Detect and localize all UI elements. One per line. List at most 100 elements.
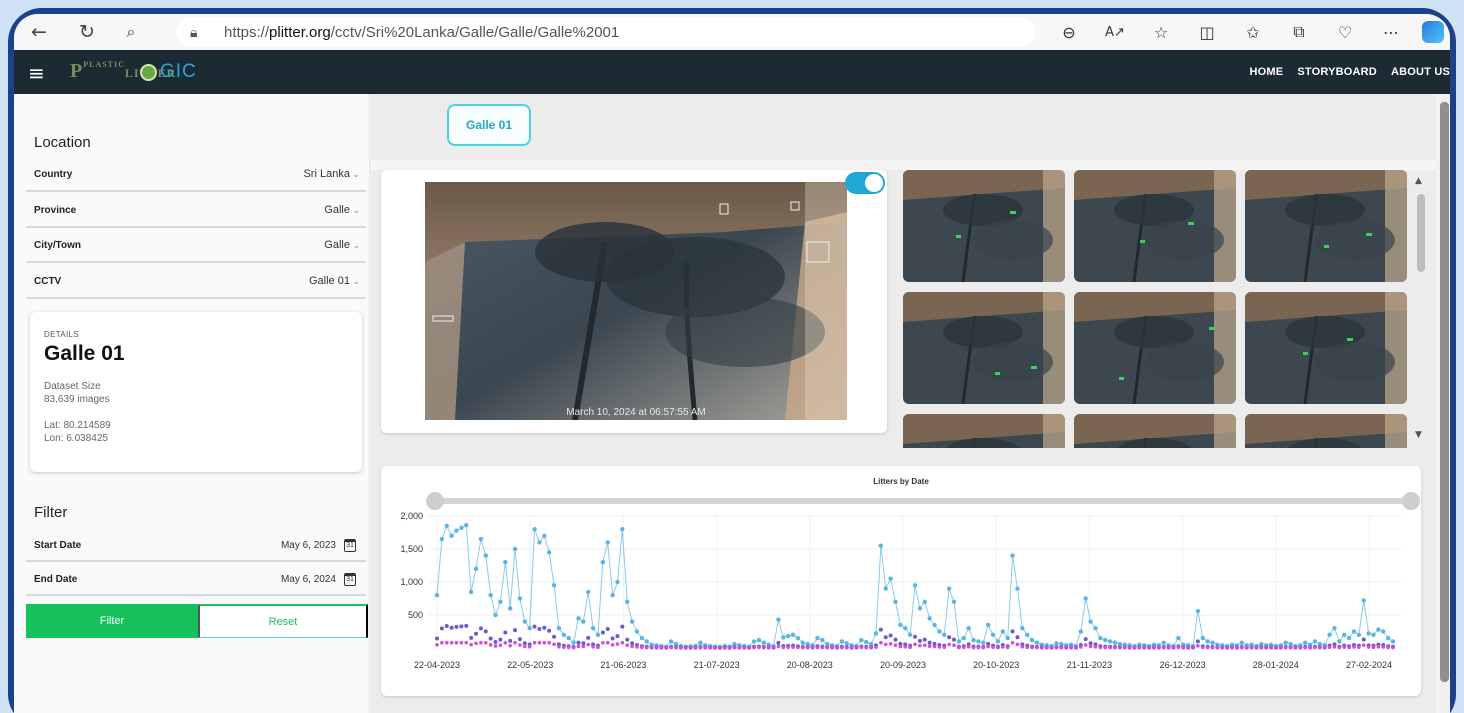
range-slider-end-handle[interactable] — [1402, 492, 1420, 510]
camera-image[interactable]: March 10, 2024 at 06:57:55 AM — [425, 182, 847, 420]
camera-viewer: March 10, 2024 at 06:57:55 AM — [381, 170, 887, 433]
city-select[interactable]: City/Town Galle — [26, 229, 366, 263]
data-point-tertiary — [1381, 645, 1386, 649]
data-point — [981, 640, 986, 645]
dataset-size-value: 83,639 images — [44, 394, 110, 405]
country-value[interactable]: Sri Lanka — [303, 168, 366, 180]
data-point-secondary — [454, 624, 459, 629]
filter-button[interactable]: Filter — [26, 604, 198, 638]
collections-icon[interactable]: ⧉ — [1276, 17, 1322, 47]
refresh-icon[interactable]: ↻ — [70, 17, 104, 47]
data-point — [698, 640, 703, 645]
x-tick-label: 21-07-2023 — [694, 660, 740, 670]
copilot-icon[interactable] — [1422, 21, 1444, 43]
end-date-field[interactable]: End Date May 6, 2024 31 — [26, 564, 366, 596]
range-slider-track — [435, 498, 1411, 504]
scroll-down-icon[interactable]: ▼ — [1415, 430, 1422, 440]
thumbnail-scrollbar[interactable]: ▲ ▼ — [1412, 170, 1430, 448]
gic-logo[interactable]: GIC — [160, 61, 197, 83]
data-point — [966, 626, 971, 631]
data-point-secondary — [552, 634, 557, 639]
data-point — [951, 599, 957, 604]
data-point-secondary — [508, 638, 513, 643]
cctv-select[interactable]: CCTV Galle 01 — [26, 265, 366, 299]
camera-thumbnail[interactable] — [1074, 170, 1236, 282]
city-value[interactable]: Galle — [324, 239, 366, 251]
cctv-tab[interactable]: Galle 01 — [447, 104, 531, 146]
address-bar[interactable]: 🔒︎ https://plitter.org/cctv/Sri%20Lanka/… — [176, 17, 1036, 47]
data-point-tertiary — [859, 645, 864, 650]
camera-thumbnail[interactable] — [903, 414, 1065, 448]
camera-thumbnail[interactable] — [1245, 414, 1407, 448]
cctv-value[interactable]: Galle 01 — [309, 275, 366, 287]
read-aloud-icon[interactable]: A↗ — [1092, 17, 1138, 47]
data-point — [483, 553, 488, 558]
data-point — [927, 616, 932, 621]
country-select[interactable]: Country Sri Lanka — [26, 158, 366, 192]
camera-thumbnail[interactable] — [1245, 170, 1407, 282]
thumbnail-scene — [1074, 170, 1236, 282]
scroll-thumb[interactable] — [1417, 194, 1425, 272]
data-point — [546, 550, 552, 555]
start-date-value[interactable]: May 6, 2023 — [281, 540, 336, 551]
data-point-secondary — [449, 625, 454, 630]
page-scrollbar[interactable] — [1439, 94, 1450, 713]
camera-scene — [425, 182, 847, 420]
split-screen-icon[interactable]: ◫ — [1184, 17, 1230, 47]
nav-about-us[interactable]: ABOUT US — [1391, 66, 1450, 78]
camera-thumbnail[interactable] — [903, 292, 1065, 404]
reset-button[interactable]: Reset — [198, 604, 368, 638]
url-host: plitter.org — [269, 23, 331, 41]
data-point-tertiary — [444, 640, 449, 645]
detection-toggle[interactable] — [845, 172, 885, 194]
camera-thumbnail[interactable] — [1245, 292, 1407, 404]
favorite-star-icon[interactable]: ☆ — [1138, 17, 1184, 47]
site-info-icon[interactable]: 🔒︎ — [190, 24, 212, 41]
favorites-list-icon[interactable]: ✩ — [1230, 17, 1276, 47]
data-point-tertiary — [927, 644, 932, 649]
data-point — [971, 637, 976, 643]
data-point-tertiary — [518, 643, 522, 647]
data-point-tertiary — [1015, 642, 1020, 647]
camera-thumbnail[interactable] — [903, 170, 1065, 282]
camera-thumbnail[interactable] — [1074, 292, 1236, 404]
data-point-tertiary — [820, 645, 825, 650]
data-point-secondary — [878, 627, 883, 632]
data-point-tertiary — [688, 646, 693, 650]
data-point-tertiary — [498, 643, 503, 648]
back-icon[interactable]: ← — [22, 17, 56, 47]
zoom-icon[interactable]: ⊖ — [1046, 17, 1092, 47]
end-date-value[interactable]: May 6, 2024 — [281, 574, 336, 585]
camera-thumbnail[interactable] — [1074, 414, 1236, 448]
data-point-tertiary — [1191, 646, 1195, 650]
start-date-field[interactable]: Start Date May 6, 2023 31 — [26, 530, 366, 562]
data-point-tertiary — [864, 645, 869, 650]
range-slider-start-handle[interactable] — [426, 492, 444, 510]
data-point-tertiary — [483, 640, 488, 645]
data-point-tertiary — [996, 645, 1000, 650]
filter-title: Filter — [34, 504, 68, 521]
data-point — [600, 560, 606, 565]
data-point — [551, 583, 557, 588]
data-point-tertiary — [1079, 645, 1083, 649]
data-point-tertiary — [596, 645, 600, 650]
data-point-tertiary — [1332, 645, 1337, 649]
data-point-tertiary — [615, 642, 620, 646]
hamburger-menu-icon[interactable]: ≡ — [28, 61, 45, 85]
data-point-secondary — [1195, 639, 1200, 644]
page-scroll-thumb[interactable] — [1440, 102, 1449, 682]
data-point-tertiary — [1308, 646, 1312, 650]
search-icon[interactable]: ⌕ — [114, 17, 148, 47]
health-icon[interactable]: ♡ — [1322, 17, 1368, 47]
data-point-tertiary — [849, 646, 854, 650]
province-value[interactable]: Galle — [324, 204, 366, 216]
nav-home[interactable]: HOME — [1250, 66, 1284, 78]
province-select[interactable]: Province Galle — [26, 194, 366, 228]
data-point — [537, 540, 542, 545]
data-point-tertiary — [1098, 645, 1103, 650]
scroll-up-icon[interactable]: ▲ — [1415, 176, 1422, 186]
nav-storyboard[interactable]: STORYBOARD — [1297, 66, 1377, 78]
calendar-icon[interactable]: 31 — [344, 572, 356, 586]
calendar-icon[interactable]: 31 — [344, 538, 356, 552]
more-icon[interactable]: ⋯ — [1368, 17, 1414, 47]
